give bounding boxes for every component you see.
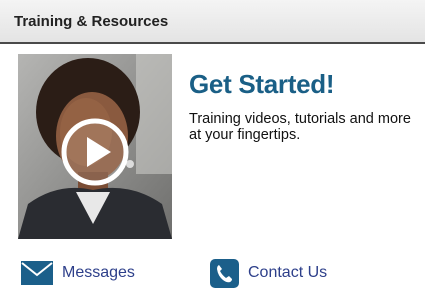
get-started-heading: Get Started!: [189, 69, 335, 99]
contact-us-link[interactable]: Contact Us: [210, 258, 327, 288]
contact-us-label[interactable]: Contact Us: [248, 264, 327, 282]
play-icon[interactable]: [60, 117, 130, 187]
promo-description: Training videos, tutorials and more at y…: [189, 111, 411, 143]
panel-title: Training & Resources: [14, 13, 169, 30]
envelope-icon: [21, 261, 53, 285]
messages-label[interactable]: Messages: [62, 264, 135, 282]
messages-link[interactable]: Messages: [21, 258, 135, 288]
phone-icon: [210, 258, 239, 288]
panel-header: Training & Resources: [0, 0, 425, 44]
training-resources-panel: Training & Resources Get Started! Traini…: [0, 0, 425, 302]
training-video-thumbnail[interactable]: [18, 54, 172, 239]
